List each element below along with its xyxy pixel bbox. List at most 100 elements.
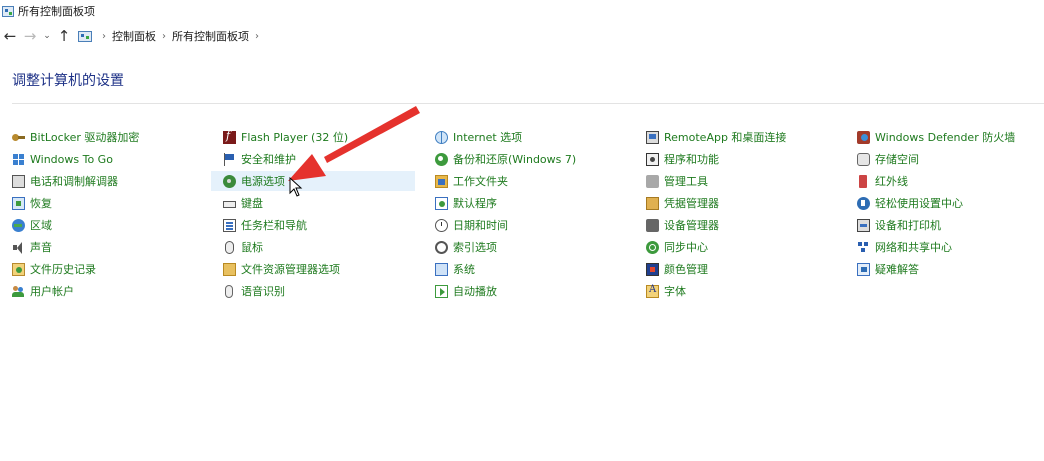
control-panel-item-label: 声音 <box>30 241 52 254</box>
control-panel-item[interactable]: 区域 <box>0 215 204 235</box>
control-panel-icon[interactable] <box>78 30 92 42</box>
up-button[interactable]: ↑ <box>54 26 74 46</box>
control-panel-item[interactable]: 用户帐户 <box>0 281 204 301</box>
default-programs-icon <box>435 196 448 210</box>
control-panel-item[interactable]: 鼠标 <box>211 237 415 257</box>
ease-of-access-icon <box>857 196 870 210</box>
region-icon <box>12 218 25 232</box>
control-panel-item-label: 疑难解答 <box>875 263 919 276</box>
control-panel-item[interactable]: BitLocker 驱动器加密 <box>0 127 204 147</box>
recent-locations-button[interactable]: ⌄ <box>40 26 54 46</box>
storage-spaces-icon <box>857 152 870 166</box>
control-panel-item-label: 默认程序 <box>453 197 497 210</box>
chevron-right-icon[interactable]: › <box>102 31 106 42</box>
control-panel-item-label: 电源选项 <box>241 175 285 188</box>
user-accounts-icon <box>12 285 25 298</box>
firewall-icon <box>857 130 870 144</box>
autoplay-icon <box>435 284 448 298</box>
control-panel-item[interactable]: Flash Player (32 位) <box>211 127 415 147</box>
control-panel-item[interactable]: 管理工具 <box>634 171 838 191</box>
control-panel-item[interactable]: 网络和共享中心 <box>845 237 1044 257</box>
control-panel-item[interactable]: 声音 <box>0 237 204 257</box>
control-panel-item-label: 颜色管理 <box>664 263 708 276</box>
control-panel-item[interactable]: 自动播放 <box>423 281 627 301</box>
chevron-right-icon[interactable]: › <box>255 31 259 42</box>
phone-modem-icon <box>12 174 25 188</box>
speech-icon <box>225 284 233 298</box>
control-panel-item[interactable]: 恢复 <box>0 193 204 213</box>
control-panel-item-label: 凭据管理器 <box>664 197 719 210</box>
control-panel-item-label: 字体 <box>664 285 686 298</box>
bitlocker-icon <box>12 131 25 144</box>
control-panel-item[interactable]: 同步中心 <box>634 237 838 257</box>
control-panel-item[interactable]: 安全和维护 <box>211 149 415 169</box>
control-panel-item-label: 鼠标 <box>241 241 263 254</box>
control-panel-item-label: 管理工具 <box>664 175 708 188</box>
divider <box>12 103 1044 104</box>
control-panel-item-label: Internet 选项 <box>453 131 523 144</box>
control-panel-item-label: 工作文件夹 <box>453 175 508 188</box>
explorer-options-icon <box>223 262 236 276</box>
security-maintenance-icon <box>223 152 236 166</box>
control-panel-item[interactable]: 设备和打印机 <box>845 215 1044 235</box>
breadcrumb-all-items[interactable]: 所有控制面板项 <box>172 28 249 44</box>
control-panel-item[interactable]: 文件资源管理器选项 <box>211 259 415 279</box>
control-panel-item[interactable]: 工作文件夹 <box>423 171 627 191</box>
control-panel-item-label: 恢复 <box>30 197 52 210</box>
control-panel-item[interactable]: RemoteApp 和桌面连接 <box>634 127 838 147</box>
admin-tools-icon <box>646 174 659 188</box>
file-history-icon <box>12 262 25 276</box>
control-panel-item[interactable]: 键盘 <box>211 193 415 213</box>
control-panel-item[interactable]: 存储空间 <box>845 149 1044 169</box>
date-time-icon <box>435 218 448 232</box>
control-panel-item[interactable]: 默认程序 <box>423 193 627 213</box>
control-panel-item[interactable]: 日期和时间 <box>423 215 627 235</box>
mouse-icon <box>225 240 234 254</box>
control-panel-item[interactable]: Internet 选项 <box>423 127 627 147</box>
control-panel-item[interactable]: 语音识别 <box>211 281 415 301</box>
control-panel-item-label: 文件资源管理器选项 <box>241 263 340 276</box>
control-panel-item-label: Windows To Go <box>30 152 113 166</box>
control-panel-item-label: 任务栏和导航 <box>241 219 307 232</box>
control-panel-item[interactable]: Windows To Go <box>0 149 204 169</box>
control-panel-item[interactable]: 程序和功能 <box>634 149 838 169</box>
control-panel-item[interactable]: 备份和还原(Windows 7) <box>423 149 627 169</box>
control-panel-item[interactable]: 轻松使用设置中心 <box>845 193 1044 213</box>
control-panel-item[interactable]: 文件历史记录 <box>0 259 204 279</box>
sync-center-icon <box>646 240 659 254</box>
control-panel-item-label: 安全和维护 <box>241 153 296 166</box>
control-panel-item-label: 文件历史记录 <box>30 263 96 276</box>
control-panel-item[interactable]: 凭据管理器 <box>634 193 838 213</box>
control-panel-item-label: 网络和共享中心 <box>875 241 952 254</box>
back-button[interactable]: ← <box>0 26 20 46</box>
control-panel-item[interactable]: 红外线 <box>845 171 1044 191</box>
control-panel-item[interactable]: 疑难解答 <box>845 259 1044 279</box>
control-panel-item-label: 索引选项 <box>453 241 497 254</box>
control-panel-item-label: 语音识别 <box>241 285 285 298</box>
control-panel-item[interactable]: 设备管理器 <box>634 215 838 235</box>
programs-features-icon <box>646 152 659 166</box>
control-panel-item[interactable]: 电话和调制解调器 <box>0 171 204 191</box>
device-manager-icon <box>646 218 659 232</box>
keyboard-icon <box>223 200 236 208</box>
system-icon <box>435 262 448 276</box>
control-panel-item-label: 轻松使用设置中心 <box>875 197 963 210</box>
control-panel-item[interactable]: 电源选项 <box>211 171 415 191</box>
forward-button[interactable]: → <box>20 26 40 46</box>
control-panel-item[interactable]: Windows Defender 防火墙 <box>845 127 1044 147</box>
control-panel-item-label: 系统 <box>453 263 475 276</box>
internet-options-icon <box>435 130 448 144</box>
chevron-right-icon[interactable]: › <box>162 31 166 42</box>
control-panel-item[interactable]: 任务栏和导航 <box>211 215 415 235</box>
breadcrumb-control-panel[interactable]: 控制面板 <box>112 28 156 44</box>
fonts-icon <box>646 284 659 298</box>
control-panel-item[interactable]: 系统 <box>423 259 627 279</box>
control-panel-item[interactable]: 字体 <box>634 281 838 301</box>
control-panel-item-label: 自动播放 <box>453 285 497 298</box>
control-panel-item[interactable]: 颜色管理 <box>634 259 838 279</box>
control-panel-item[interactable]: 索引选项 <box>423 237 627 257</box>
control-panel-item-label: 设备和打印机 <box>875 219 941 232</box>
title-bar: 所有控制面板项 <box>0 0 1044 22</box>
windows-to-go-icon <box>12 153 25 166</box>
control-panel-item-label: 区域 <box>30 219 52 232</box>
